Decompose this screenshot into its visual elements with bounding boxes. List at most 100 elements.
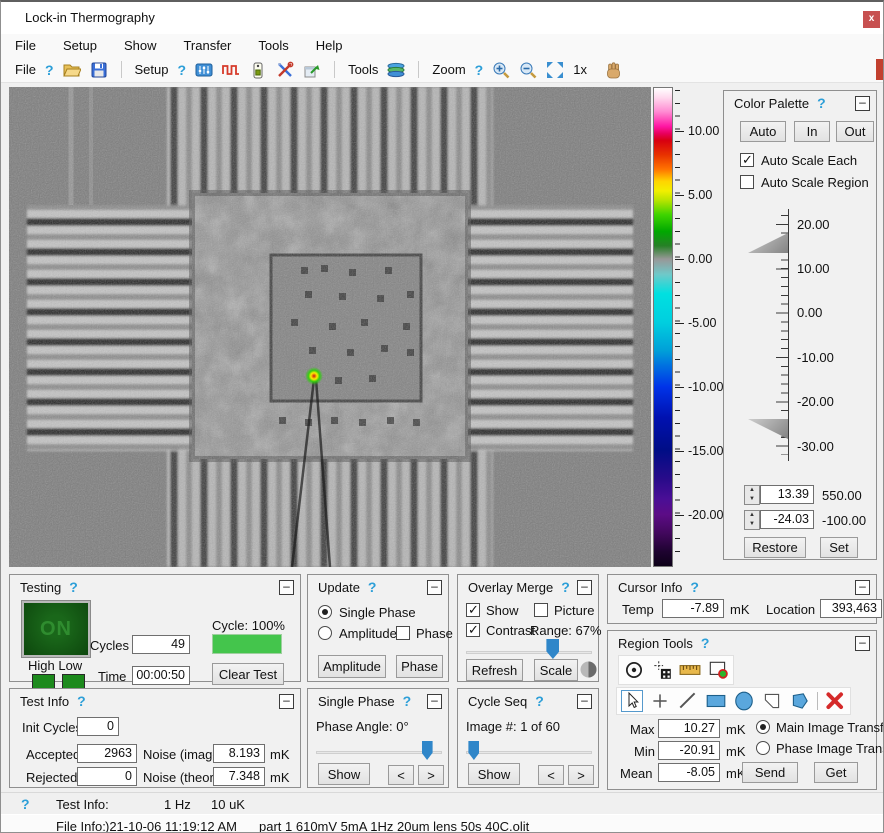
overlay-merge-help-icon[interactable]: ? (561, 579, 570, 595)
overlay-merge-minimize-button[interactable]: – (577, 580, 592, 595)
single-phase-show-button[interactable]: Show (318, 763, 370, 785)
main-image-transfer-radio[interactable] (756, 720, 770, 734)
cursor-info-minimize-button[interactable]: – (855, 580, 870, 595)
min-unit: mK (726, 744, 746, 759)
range-slider-thumb[interactable] (546, 639, 559, 659)
phase-checkbox[interactable] (396, 626, 410, 640)
color-palette-minimize-button[interactable]: – (855, 96, 870, 111)
menu-file[interactable]: File (15, 38, 36, 53)
cursor-info-help-icon[interactable]: ? (690, 579, 699, 595)
file-help-icon[interactable]: ? (45, 62, 54, 78)
contrast-checkbox[interactable] (466, 623, 480, 637)
range-slider-track[interactable] (466, 651, 592, 654)
update-minimize-button[interactable]: – (427, 580, 442, 595)
status-help-icon[interactable]: ? (21, 796, 30, 812)
get-button[interactable]: Get (814, 762, 858, 783)
phase-button[interactable]: Phase (396, 655, 443, 678)
tools-crossed-icon[interactable] (276, 61, 294, 79)
pan-hand-icon[interactable] (604, 61, 622, 79)
single-phase-prev-button[interactable]: < (388, 765, 414, 785)
single-phase-minimize-button[interactable]: – (427, 694, 442, 709)
in-button[interactable]: In (794, 121, 830, 142)
square-wave-icon[interactable] (222, 61, 240, 79)
scale-button[interactable]: Scale (534, 659, 578, 681)
cycle-slider-thumb[interactable] (468, 741, 479, 760)
setup-help-icon[interactable]: ? (178, 62, 187, 78)
amplitude-button[interactable]: Amplitude (318, 655, 386, 678)
auto-scale-each-checkbox[interactable] (740, 153, 754, 167)
thermography-image[interactable] (9, 87, 651, 567)
auto-scale-region-checkbox[interactable] (740, 175, 754, 189)
test-info-help-icon[interactable]: ? (77, 693, 86, 709)
point-tool-icon[interactable] (649, 690, 671, 712)
send-button[interactable]: Send (742, 762, 798, 783)
line-tool-icon[interactable] (677, 690, 699, 712)
lower-value-spinner[interactable]: ▲▼ (744, 510, 760, 530)
export-window-icon[interactable] (303, 61, 321, 79)
single-phase-help-icon[interactable]: ? (403, 693, 412, 709)
battery-icon[interactable] (249, 61, 267, 79)
lower-scale-handle[interactable] (748, 419, 788, 439)
cycle-seq-help-icon[interactable]: ? (535, 693, 544, 709)
phase-image-transfer-radio[interactable] (756, 741, 770, 755)
zoom-fit-icon[interactable] (546, 61, 564, 79)
rectangle-tool-icon[interactable] (705, 690, 727, 712)
save-icon[interactable] (90, 61, 108, 79)
upper-scale-handle[interactable] (748, 233, 788, 253)
menu-transfer[interactable]: Transfer (183, 38, 231, 53)
restore-button[interactable]: Restore (744, 537, 806, 558)
color-palette-help-icon[interactable]: ? (817, 95, 826, 111)
menu-tools[interactable]: Tools (258, 38, 288, 53)
mean-label: Mean (620, 766, 653, 781)
crosshair-grid-tool-icon[interactable] (651, 659, 673, 681)
zoom-help-icon[interactable]: ? (475, 62, 484, 78)
zoom-level[interactable]: 1x (573, 62, 587, 77)
zoom-in-icon[interactable] (492, 61, 510, 79)
select-arrow-tool-icon[interactable] (621, 690, 643, 712)
cycle-seq-show-button[interactable]: Show (468, 763, 520, 785)
on-button[interactable]: ON (22, 601, 90, 657)
polygon-tool-icon[interactable] (789, 690, 811, 712)
testing-minimize-button[interactable]: – (279, 580, 294, 595)
single-phase-next-button[interactable]: > (418, 765, 444, 785)
polyline-tool-icon[interactable] (761, 690, 783, 712)
menu-show[interactable]: Show (124, 38, 157, 53)
single-phase-radio[interactable] (318, 605, 332, 619)
upper-value-spinner[interactable]: ▲▼ (744, 485, 760, 505)
out-button[interactable]: Out (836, 121, 874, 142)
cycle-seq-next-button[interactable]: > (568, 765, 594, 785)
region-marker-tool-icon[interactable] (707, 659, 729, 681)
picture-checkbox[interactable] (534, 603, 548, 617)
amplitude-radio[interactable] (318, 626, 332, 640)
layers-icon[interactable] (387, 61, 405, 79)
phase-slider-thumb[interactable] (422, 741, 433, 760)
cycle-slider-track[interactable] (466, 751, 592, 754)
zoom-out-icon[interactable] (519, 61, 537, 79)
update-help-icon[interactable]: ? (368, 579, 377, 595)
settings-sliders-icon[interactable] (195, 61, 213, 79)
auto-scale-each-label: Auto Scale Each (761, 153, 857, 168)
cycle-seq-prev-button[interactable]: < (538, 765, 564, 785)
close-button[interactable]: x (863, 11, 880, 28)
region-tools-help-icon[interactable]: ? (701, 635, 710, 651)
upper-value-field[interactable]: 13.39 (760, 485, 814, 504)
auto-button[interactable]: Auto (740, 121, 786, 142)
ellipse-tool-icon[interactable] (733, 690, 755, 712)
bullseye-tool-icon[interactable] (623, 659, 645, 681)
update-title: Update (318, 580, 360, 595)
show-checkbox[interactable] (466, 603, 480, 617)
ruler-tool-icon[interactable] (679, 659, 701, 681)
clear-test-button[interactable]: Clear Test (212, 663, 284, 685)
set-button[interactable]: Set (820, 537, 858, 558)
test-info-minimize-button[interactable]: – (279, 694, 294, 709)
cycle-seq-minimize-button[interactable]: – (577, 694, 592, 709)
lower-value-field[interactable]: -24.03 (760, 510, 814, 529)
menu-setup[interactable]: Setup (63, 38, 97, 53)
delete-region-icon[interactable] (824, 690, 846, 712)
refresh-button[interactable]: Refresh (466, 659, 523, 681)
menu-help[interactable]: Help (316, 38, 343, 53)
update-panel: Update? – Single Phase Amplitude Phase A… (307, 574, 449, 682)
region-tools-minimize-button[interactable]: – (855, 636, 870, 651)
open-folder-icon[interactable] (63, 61, 81, 79)
testing-help-icon[interactable]: ? (69, 579, 78, 595)
